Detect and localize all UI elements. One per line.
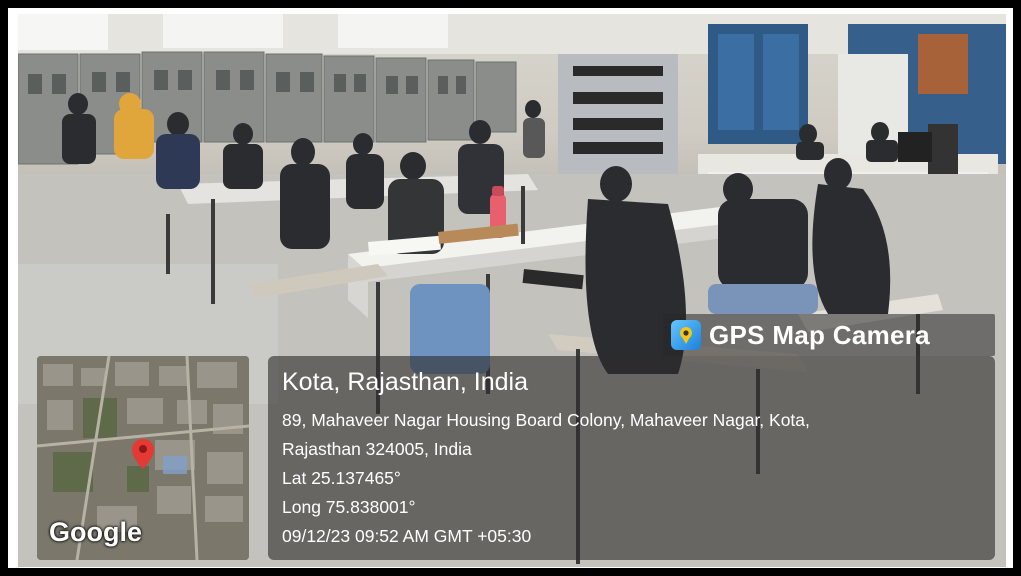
longitude-readout: Long 75.838001° [282, 497, 416, 517]
timestamp: 09/12/23 09:52 AM GMT +05:30 [282, 526, 532, 546]
photo-frame: GPS Map Camera Google Kota, Rajasthan, I… [8, 8, 1013, 568]
address-line-1: 89, Mahaveer Nagar Housing Board Colony,… [282, 410, 810, 430]
latitude-readout: Lat 25.137465° [282, 468, 401, 488]
app-name: GPS Map Camera [709, 319, 930, 350]
location-title: Kota, Rajasthan, India [282, 368, 528, 396]
map-thumbnail: Google [37, 356, 249, 560]
location-info-panel: Kota, Rajasthan, India 89, Mahaveer Naga… [268, 356, 995, 560]
address-line-2: Rajasthan 324005, India [282, 439, 472, 459]
gps-map-camera-icon [671, 320, 701, 350]
app-brand-banner: GPS Map Camera [663, 314, 995, 356]
location-pin-icon [131, 438, 155, 475]
google-attribution: Google [49, 517, 142, 547]
